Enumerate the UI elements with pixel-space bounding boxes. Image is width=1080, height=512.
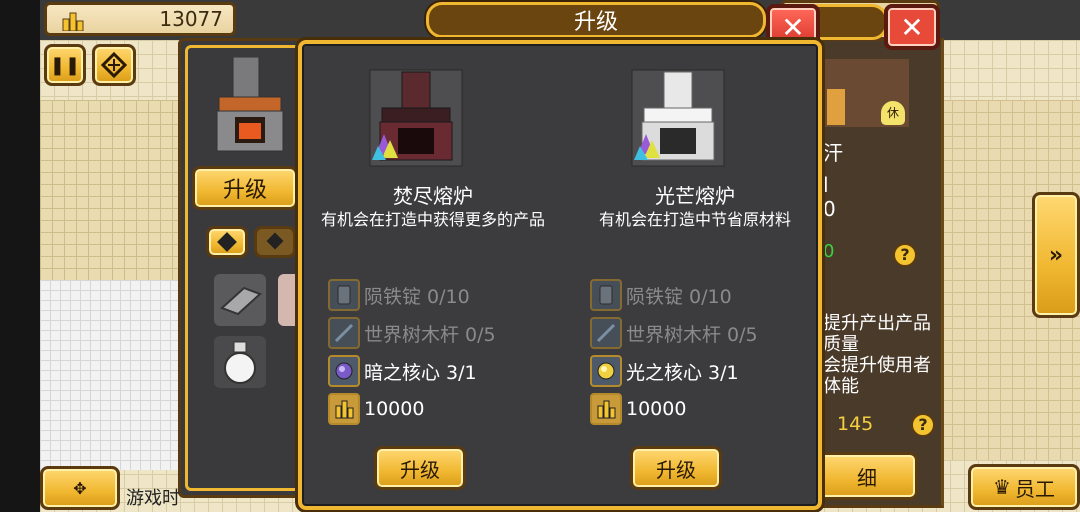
option-name: 焚尽熔炉 — [393, 184, 473, 208]
requirement-row: 暗之核心 3/1 — [328, 352, 558, 390]
option-description: 有机会在打造中获得更多的产品 — [320, 210, 545, 229]
crown-icon: ♛ — [993, 475, 1011, 499]
staff-portrait: 休 — [823, 59, 909, 127]
light-furnace-image — [631, 69, 725, 167]
requirement-row: 10000 — [328, 390, 558, 428]
layout-button[interactable] — [92, 44, 136, 86]
help-icon-2[interactable]: ? — [911, 413, 935, 437]
bg-upgrade-button[interactable]: 升级 — [192, 166, 298, 210]
diamond-grid-icon — [101, 52, 127, 78]
dialog-title-bar: 升级 — [426, 2, 766, 38]
next-arrow-button[interactable]: » — [1032, 192, 1080, 318]
option-description: 有机会在打造中节省原材料 — [598, 210, 791, 229]
coin-icon — [590, 393, 622, 425]
rod-icon — [590, 317, 622, 349]
money-display: 13077 — [44, 2, 236, 36]
help-icon[interactable]: ? — [893, 243, 917, 267]
sleep-icon: 休 — [881, 101, 905, 125]
requirement-row: 世界树木杆 0/5 — [590, 314, 820, 352]
bg-item-ingot[interactable] — [214, 274, 266, 326]
light-core-icon — [590, 355, 622, 387]
staff-sprite — [827, 89, 845, 125]
requirement-list: 陨铁锭 0/10 世界树木杆 0/5 光之核心 3/1 10000 — [590, 276, 820, 428]
bg-tab-1[interactable] — [206, 226, 248, 258]
requirement-label: 10000 — [364, 398, 425, 420]
requirement-row: 光之核心 3/1 — [590, 352, 820, 390]
tab-icon — [217, 232, 237, 252]
requirement-list: 陨铁锭 0/10 世界树木杆 0/5 暗之核心 3/1 10000 — [328, 276, 558, 428]
floor-tiles — [40, 100, 180, 280]
gold-bars-icon — [62, 12, 84, 31]
bg-close-button[interactable]: ✕ — [884, 4, 940, 50]
ingot-icon — [328, 279, 360, 311]
footer-text: 游戏时 — [126, 488, 180, 509]
skill-value: 145 — [837, 413, 874, 435]
bg-upgrade-label: 升级 — [222, 178, 267, 203]
requirement-label: 陨铁锭 0/10 — [626, 285, 732, 308]
furnace-panel — [178, 38, 308, 498]
move-icon: ✥ — [73, 478, 87, 498]
upgrade-option-burning-furnace: 焚尽熔炉 有机会在打造中获得更多的产品 陨铁锭 0/10 世界树木杆 0/5 暗… — [302, 44, 564, 510]
requirement-label: 世界树木杆 0/5 — [364, 323, 496, 346]
iron-ingot-icon — [220, 286, 262, 316]
requirement-row: 10000 — [590, 390, 820, 428]
detail-button[interactable]: 细 — [816, 452, 918, 500]
ingot-icon — [590, 279, 622, 311]
bg-tab-2[interactable] — [254, 226, 296, 258]
staff-line-1: 汗 — [823, 141, 843, 165]
staff-button[interactable]: ♛ 员工 — [968, 464, 1080, 510]
pause-icon: ❚❚ — [49, 54, 81, 76]
dark-furnace-image — [369, 69, 463, 167]
potion-icon — [224, 341, 256, 384]
requirement-row: 陨铁锭 0/10 — [328, 276, 558, 314]
tab-icon-2 — [266, 232, 284, 250]
detail-label: 细 — [857, 465, 877, 490]
requirement-label: 世界树木杆 0/5 — [626, 323, 758, 346]
dialog-title: 升级 — [573, 10, 618, 35]
money-value: 13077 — [159, 7, 223, 31]
screen-edge — [0, 0, 40, 512]
requirement-row: 世界树木杆 0/5 — [328, 314, 558, 352]
move-button[interactable]: ✥ — [40, 466, 120, 510]
requirement-label: 陨铁锭 0/10 — [364, 285, 470, 308]
skill-description: 提升产出产品质量 会提升使用者体能 — [823, 313, 931, 397]
upgrade-button-label: 升级 — [656, 457, 696, 482]
requirement-label: 10000 — [626, 398, 687, 420]
upgrade-option-radiant-furnace: 光芒熔炉 有机会在打造中节省原材料 陨铁锭 0/10 世界树木杆 0/5 光之核… — [564, 44, 826, 510]
upgrade-dialog: 焚尽熔炉 有机会在打造中获得更多的产品 陨铁锭 0/10 世界树木杆 0/5 暗… — [298, 40, 822, 510]
staff-label: 员工 — [1014, 476, 1055, 501]
bg-item-potion[interactable] — [214, 336, 266, 388]
upgrade-button[interactable]: 升级 — [374, 446, 466, 490]
upgrade-button-label: 升级 — [400, 457, 440, 482]
double-chevron-right-icon: » — [1048, 242, 1064, 268]
requirement-label: 光之核心 3/1 — [626, 361, 739, 384]
rod-icon — [328, 317, 360, 349]
option-name: 光芒熔炉 — [655, 184, 735, 208]
floor-grey-tiles — [40, 280, 180, 470]
staff-card: 休 汗 l 0 0 ? 提升产出产品质量 会提升使用者体能 145 ? — [816, 38, 944, 508]
upgrade-button[interactable]: 升级 — [630, 446, 722, 490]
close-icon: ✕ — [781, 10, 805, 44]
requirement-row: 陨铁锭 0/10 — [590, 276, 820, 314]
pause-button[interactable]: ❚❚ — [44, 44, 86, 86]
close-icon: ✕ — [900, 10, 924, 44]
dark-core-icon — [328, 355, 360, 387]
coin-icon — [328, 393, 360, 425]
requirement-label: 暗之核心 3/1 — [364, 361, 477, 384]
furnace-image — [216, 57, 284, 152]
